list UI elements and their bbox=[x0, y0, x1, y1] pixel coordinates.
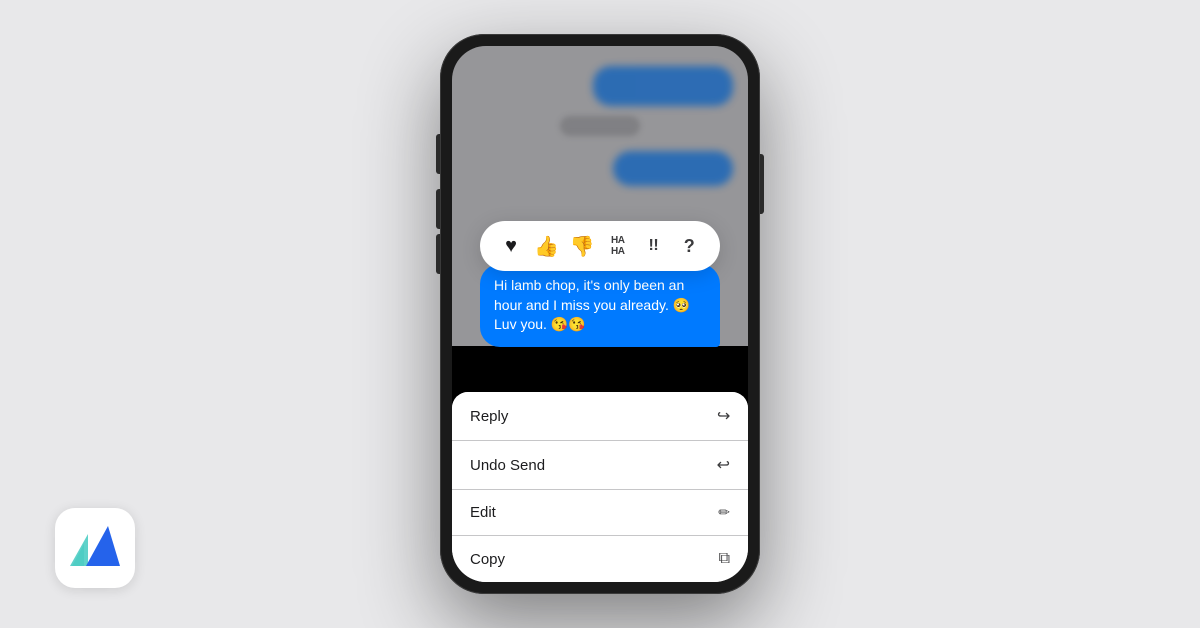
copy-label: Copy bbox=[470, 551, 505, 568]
message-bubble: Hi lamb chop, it's only been an hour and… bbox=[480, 264, 720, 347]
reaction-tail bbox=[510, 251, 522, 261]
reply-icon: ↩ bbox=[717, 406, 730, 426]
undo-send-icon: ↩ bbox=[717, 455, 730, 475]
copy-icon: ⧉ bbox=[719, 550, 730, 568]
reaction-thumbsup[interactable]: 👍 bbox=[532, 231, 562, 261]
undo-send-label: Undo Send bbox=[470, 457, 545, 474]
menu-item-undo-send[interactable]: Undo Send ↩ bbox=[452, 441, 748, 490]
brand-icon bbox=[70, 526, 120, 571]
reaction-emphasis[interactable]: !! bbox=[638, 231, 668, 261]
message-text: Hi lamb chop, it's only been an hour and… bbox=[494, 277, 690, 332]
reaction-haha[interactable]: HAHA bbox=[603, 231, 633, 261]
phone-screen: ♥ 👍 👎 HAHA !! ? Hi lamb chop, it's only … bbox=[452, 46, 748, 582]
reaction-bar: ♥ 👍 👎 HAHA !! ? bbox=[480, 221, 720, 271]
edit-icon: ✏ bbox=[718, 504, 730, 521]
menu-item-reply[interactable]: Reply ↩ bbox=[452, 392, 748, 441]
menu-item-edit[interactable]: Edit ✏ bbox=[452, 490, 748, 536]
edit-label: Edit bbox=[470, 504, 496, 521]
screen-content: ♥ 👍 👎 HAHA !! ? Hi lamb chop, it's only … bbox=[452, 46, 748, 582]
brand-logo bbox=[55, 508, 135, 588]
reply-label: Reply bbox=[470, 408, 508, 425]
context-menu: Reply ↩ Undo Send ↩ Edit ✏ Copy ⧉ bbox=[452, 392, 748, 582]
reaction-thumbsdown[interactable]: 👎 bbox=[567, 231, 597, 261]
reaction-question[interactable]: ? bbox=[674, 231, 704, 261]
phone-frame: ♥ 👍 👎 HAHA !! ? Hi lamb chop, it's only … bbox=[440, 34, 760, 594]
menu-item-copy[interactable]: Copy ⧉ bbox=[452, 536, 748, 582]
